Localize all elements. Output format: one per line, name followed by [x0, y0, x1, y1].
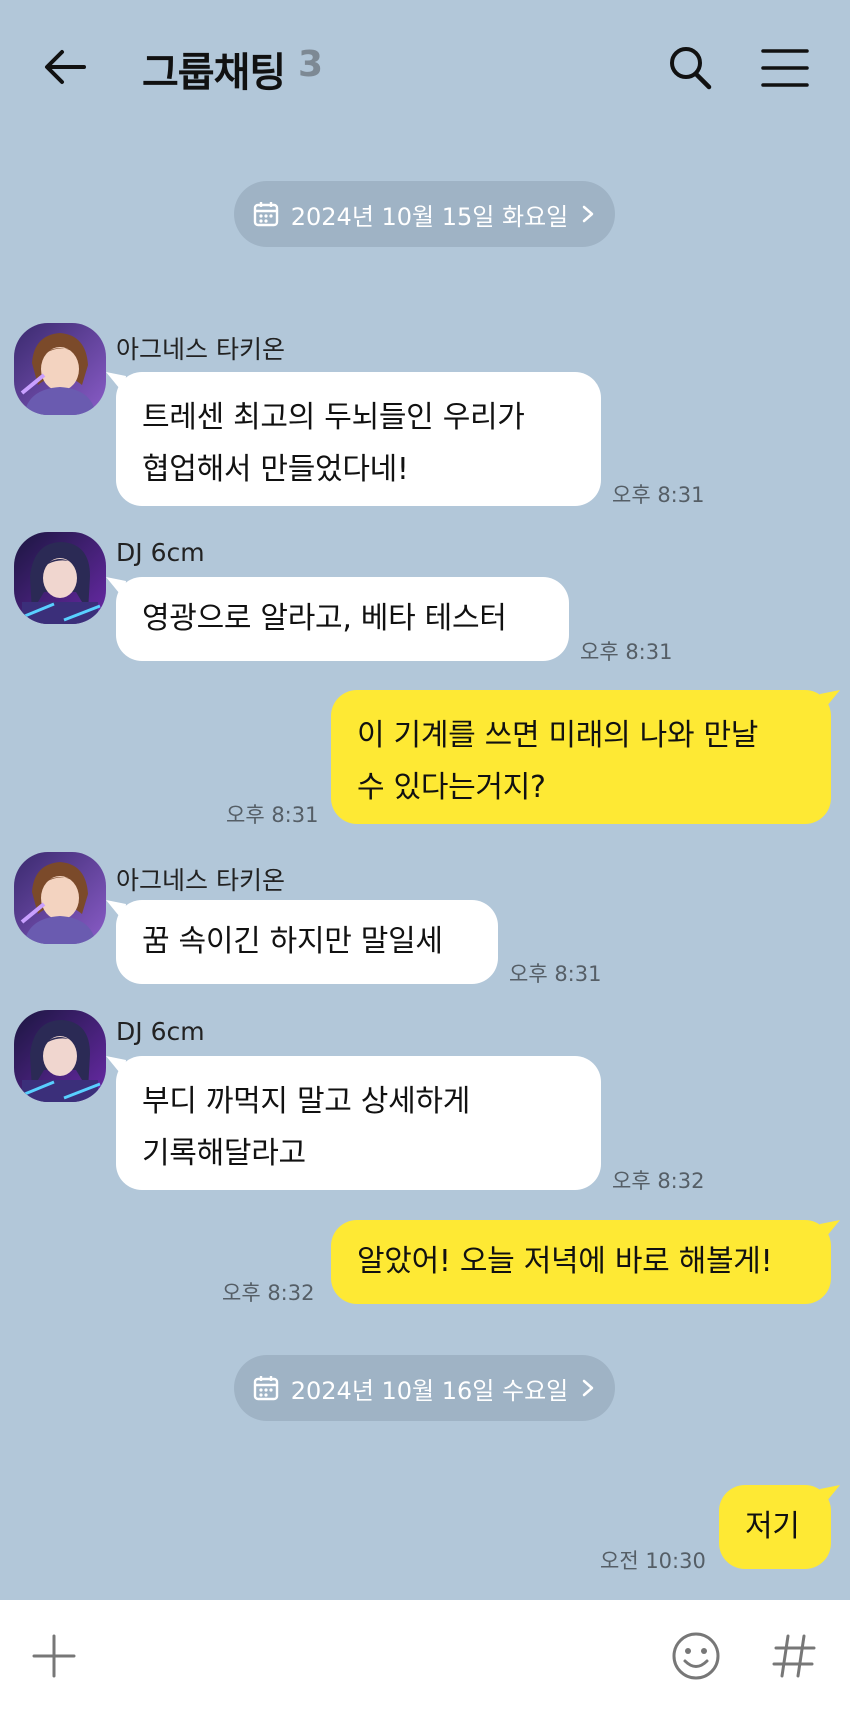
member-count: 3: [298, 44, 324, 85]
emoji-icon: [672, 1632, 720, 1680]
message-time: 오후 8:31: [612, 483, 705, 507]
avatar-image: [14, 323, 106, 415]
avatar[interactable]: [14, 532, 106, 624]
message-line: 기록해달라고: [142, 1136, 306, 1171]
message-line: 이 기계를 쓰면 미래의 나와 만날: [357, 718, 759, 753]
attach-button[interactable]: [30, 1632, 78, 1680]
hashtag-search-button[interactable]: [768, 1630, 820, 1682]
emoji-button[interactable]: [670, 1630, 722, 1682]
arrow-left-icon: [45, 50, 86, 84]
menu-button[interactable]: [760, 46, 810, 90]
message-time: 오후 8:32: [222, 1281, 315, 1305]
message-input-bar[interactable]: [0, 1600, 850, 1713]
message-time: 오후 8:31: [580, 640, 673, 664]
message-line: 알았어! 오늘 저녁에 바로 해볼게!: [357, 1244, 773, 1279]
message-time: 오전 10:30: [600, 1549, 706, 1573]
plus-icon: [32, 1634, 76, 1678]
search-button[interactable]: [665, 43, 715, 93]
message-line: 트레센 최고의 두뇌들인 우리가: [142, 400, 525, 435]
bubble-tail: [820, 1220, 840, 1242]
back-button[interactable]: [40, 42, 90, 92]
incoming-message-bubble[interactable]: 트레센 최고의 두뇌들인 우리가 협업해서 만들었다네!: [116, 372, 601, 506]
message-line: 수 있다는거지?: [357, 770, 546, 805]
outgoing-message-bubble[interactable]: 이 기계를 쓰면 미래의 나와 만날 수 있다는거지?: [331, 690, 831, 824]
incoming-message-bubble[interactable]: 부디 까먹지 말고 상세하게 기록해달라고: [116, 1056, 601, 1190]
calendar-icon: [253, 1376, 278, 1401]
avatar-image: [14, 1010, 106, 1102]
avatar-image: [14, 532, 106, 624]
avatar[interactable]: [14, 852, 106, 944]
date-divider[interactable]: 2024년 10월 15일 화요일: [234, 181, 615, 247]
hamburger-menu-icon: [761, 49, 809, 87]
outgoing-message-bubble[interactable]: 저기: [719, 1485, 831, 1569]
outgoing-message-bubble[interactable]: 알았어! 오늘 저녁에 바로 해볼게!: [331, 1220, 831, 1304]
date-label: 2024년 10월 15일 화요일: [290, 202, 569, 231]
search-icon: [670, 47, 712, 90]
message-line: 협업해서 만들었다네!: [142, 452, 409, 487]
incoming-message-bubble[interactable]: 꿈 속이긴 하지만 말일세: [116, 900, 498, 984]
chevron-right-icon: [583, 205, 594, 223]
message-line: 부디 까먹지 말고 상세하게: [142, 1084, 471, 1119]
sender-name: 아그네스 타키온: [116, 866, 285, 895]
message-time: 오후 8:31: [226, 803, 319, 827]
chat-title: 그룹채팅: [142, 50, 286, 96]
chat-header: 그룹채팅 3: [0, 0, 850, 135]
hashtag-icon: [772, 1634, 816, 1678]
message-line: 저기: [745, 1509, 800, 1544]
calendar-icon: [253, 202, 278, 227]
message-time: 오후 8:32: [612, 1169, 705, 1193]
chevron-right-icon: [583, 1379, 594, 1397]
message-time: 오후 8:31: [509, 962, 602, 986]
avatar[interactable]: [14, 1010, 106, 1102]
message-line: 꿈 속이긴 하지만 말일세: [142, 924, 443, 959]
sender-name: DJ 6cm: [116, 1017, 205, 1046]
bubble-tail: [820, 1485, 840, 1507]
date-label: 2024년 10월 16일 수요일: [290, 1376, 569, 1405]
avatar[interactable]: [14, 323, 106, 415]
bubble-tail: [820, 690, 840, 712]
incoming-message-bubble[interactable]: 영광으로 알라고, 베타 테스터: [116, 577, 569, 661]
message-line: 영광으로 알라고, 베타 테스터: [142, 601, 507, 636]
date-divider[interactable]: 2024년 10월 16일 수요일: [234, 1355, 615, 1421]
sender-name: 아그네스 타키온: [116, 335, 285, 364]
avatar-image: [14, 852, 106, 944]
sender-name: DJ 6cm: [116, 538, 205, 567]
